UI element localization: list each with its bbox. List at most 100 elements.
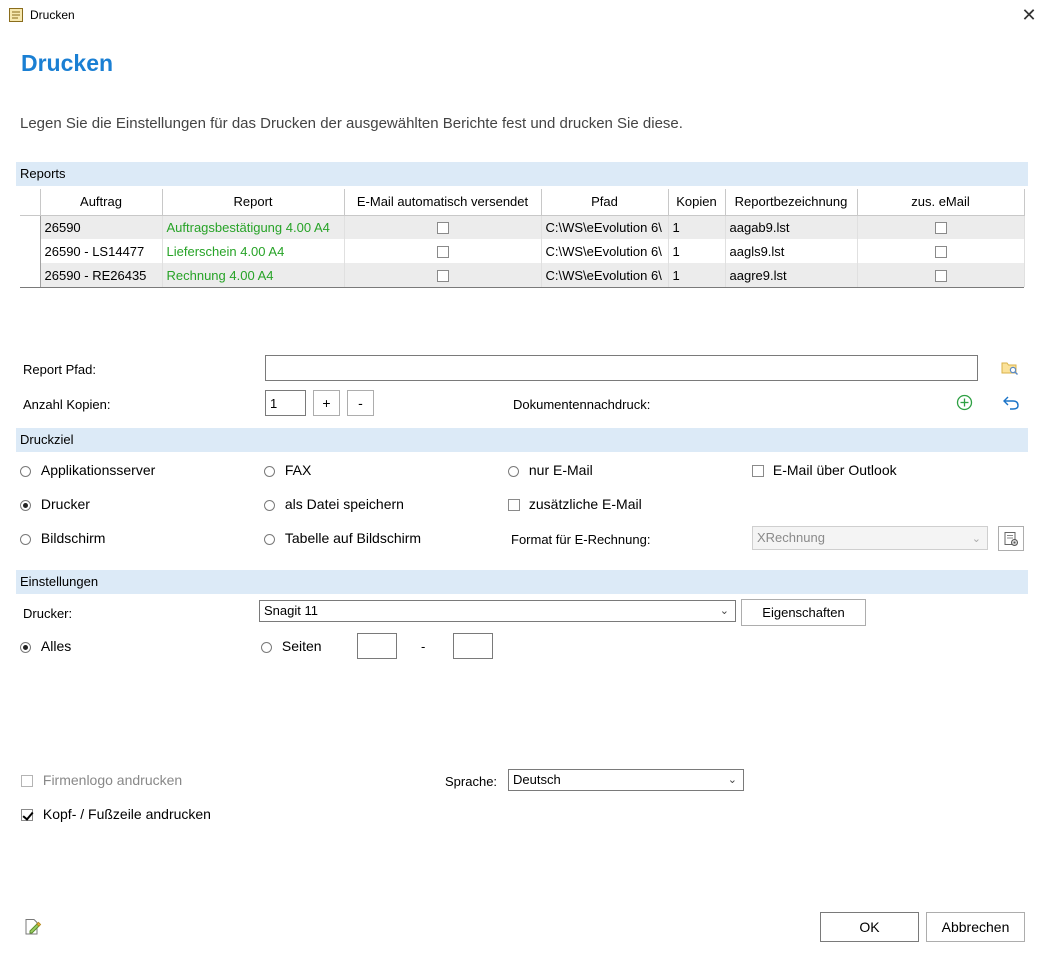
col-header-reportbezeichnung[interactable]: Reportbezeichnung (725, 189, 858, 216)
radio-button[interactable] (20, 641, 31, 653)
col-header-kopien[interactable]: Kopien (668, 189, 726, 216)
format-erechnung-label: Format für E-Rechnung: (511, 532, 651, 547)
seiten-to-input[interactable] (453, 633, 493, 659)
row-selector[interactable] (20, 239, 41, 263)
cell-pfad: C:\WS\eEvolution 6\ (541, 215, 669, 239)
row-selector[interactable] (20, 263, 41, 287)
table-row[interactable]: 26590 - LS14477 Lieferschein 4.00 A4 C:\… (20, 239, 1025, 263)
zus-email-checkbox[interactable] (934, 270, 947, 283)
chevron-down-icon: ⌄ (719, 605, 729, 617)
cell-pfad: C:\WS\eEvolution 6\ (541, 239, 669, 263)
checkbox[interactable] (508, 499, 520, 512)
zus-email-checkbox[interactable] (934, 246, 947, 259)
radio-fax[interactable]: FAX (264, 462, 311, 478)
undo-icon[interactable] (1002, 394, 1020, 411)
cell-reportbezeichnung: aagre9.lst (725, 263, 858, 287)
checkbox-zus-email[interactable]: zusätzliche E-Mail (508, 496, 642, 512)
cell-auftrag: 26590 - RE26435 (40, 263, 163, 287)
format-settings-button[interactable] (998, 526, 1024, 551)
radio-alles[interactable]: Alles (20, 638, 71, 654)
cell-report: Auftragsbestätigung 4.00 A4 (162, 215, 345, 239)
radio-label: Applikationsserver (40, 462, 156, 478)
checkbox-kopf-fuss[interactable]: Kopf- / Fußzeile andrucken (21, 806, 211, 822)
chevron-down-icon: ⌄ (727, 774, 737, 786)
sprache-select[interactable]: Deutsch ⌄ (508, 769, 744, 791)
radio-seiten[interactable]: Seiten (261, 638, 322, 654)
druckziel-section-header: Druckziel (16, 428, 1028, 452)
kopien-input[interactable] (265, 390, 306, 416)
close-icon[interactable]: ✕ (1014, 2, 1044, 30)
select-value: Deutsch (513, 772, 561, 787)
cell-auftrag: 26590 - LS14477 (40, 239, 163, 263)
table-row[interactable]: 26590 - RE26435 Rechnung 4.00 A4 C:\WS\e… (20, 263, 1025, 287)
page-subtitle: Legen Sie die Einstellungen für das Druc… (20, 115, 683, 132)
checkbox-label: E-Mail über Outlook (772, 462, 897, 478)
checkbox-email-outlook[interactable]: E-Mail über Outlook (752, 462, 897, 478)
radio-label: Alles (40, 638, 72, 654)
cell-email-auto (344, 215, 542, 239)
radio-label: Bildschirm (40, 530, 106, 546)
checkbox-firmenlogo[interactable]: Firmenlogo andrucken (21, 772, 182, 788)
radio-button[interactable] (264, 499, 275, 511)
radio-nur-email[interactable]: nur E-Mail (508, 462, 593, 478)
radio-button[interactable] (20, 465, 31, 477)
drucker-select[interactable]: Snagit 11 ⌄ (259, 600, 736, 622)
email-auto-checkbox[interactable] (436, 222, 449, 235)
increment-button[interactable]: + (313, 390, 340, 416)
radio-button[interactable] (264, 533, 275, 545)
reports-table: Auftrag Report E-Mail automatisch versen… (20, 189, 1025, 287)
radio-label: FAX (284, 462, 312, 478)
radio-label: Drucker (40, 496, 90, 512)
radio-button[interactable] (508, 465, 519, 477)
ok-button[interactable]: OK (820, 912, 919, 942)
radio-tabelle[interactable]: Tabelle auf Bildschirm (264, 530, 421, 546)
reports-grid: Auftrag Report E-Mail automatisch versen… (20, 189, 1025, 288)
email-auto-checkbox[interactable] (436, 246, 449, 259)
email-auto-checkbox[interactable] (436, 270, 449, 283)
zus-email-checkbox[interactable] (934, 222, 947, 235)
range-separator: - (421, 639, 426, 654)
col-header-zus-email[interactable]: zus. eMail (857, 189, 1025, 216)
checkbox-label: Kopf- / Fußzeile andrucken (42, 806, 211, 822)
radio-als-datei[interactable]: als Datei speichern (264, 496, 404, 512)
cancel-button[interactable]: Abbrechen (926, 912, 1025, 942)
row-header-corner (20, 189, 41, 216)
cell-report: Lieferschein 4.00 A4 (162, 239, 345, 263)
report-pfad-label: Report Pfad: (23, 362, 96, 377)
radio-label: nur E-Mail (528, 462, 593, 478)
radio-label: Tabelle auf Bildschirm (284, 530, 422, 546)
radio-bildschirm[interactable]: Bildschirm (20, 530, 105, 546)
col-header-report[interactable]: Report (162, 189, 345, 216)
add-circle-icon[interactable] (956, 394, 973, 411)
col-header-email-auto[interactable]: E-Mail automatisch versendet (344, 189, 542, 216)
reports-section-header: Reports (16, 162, 1028, 186)
document-edit-icon[interactable] (24, 918, 42, 936)
sprache-label: Sprache: (445, 774, 498, 789)
radio-button[interactable] (264, 465, 275, 477)
decrement-button[interactable]: - (347, 390, 374, 416)
format-erechnung-select[interactable]: XRechnung ⌄ (752, 526, 988, 550)
app-icon (9, 8, 23, 22)
checkbox[interactable] (21, 809, 33, 822)
seiten-from-input[interactable] (357, 633, 397, 659)
cell-kopien: 1 (668, 215, 726, 239)
page-title: Drucken (21, 50, 114, 76)
report-pfad-input[interactable] (265, 355, 978, 381)
radio-applikationsserver[interactable]: Applikationsserver (20, 462, 155, 478)
drucker-label: Drucker: (23, 606, 73, 621)
anzahl-kopien-label: Anzahl Kopien: (23, 397, 111, 412)
folder-search-icon[interactable] (1001, 360, 1019, 376)
radio-drucker[interactable]: Drucker (20, 496, 90, 512)
checkbox-label: Firmenlogo andrucken (42, 772, 183, 788)
eigenschaften-button[interactable]: Eigenschaften (741, 599, 866, 626)
checkbox[interactable] (21, 775, 33, 788)
col-header-pfad[interactable]: Pfad (541, 189, 669, 216)
radio-button[interactable] (20, 533, 31, 545)
row-selector[interactable] (20, 215, 41, 239)
col-header-auftrag[interactable]: Auftrag (40, 189, 163, 216)
table-row[interactable]: 26590 Auftragsbestätigung 4.00 A4 C:\WS\… (20, 215, 1025, 239)
checkbox[interactable] (752, 465, 764, 478)
radio-button[interactable] (261, 641, 272, 653)
cell-zus-email (857, 239, 1025, 263)
radio-button[interactable] (20, 499, 31, 511)
